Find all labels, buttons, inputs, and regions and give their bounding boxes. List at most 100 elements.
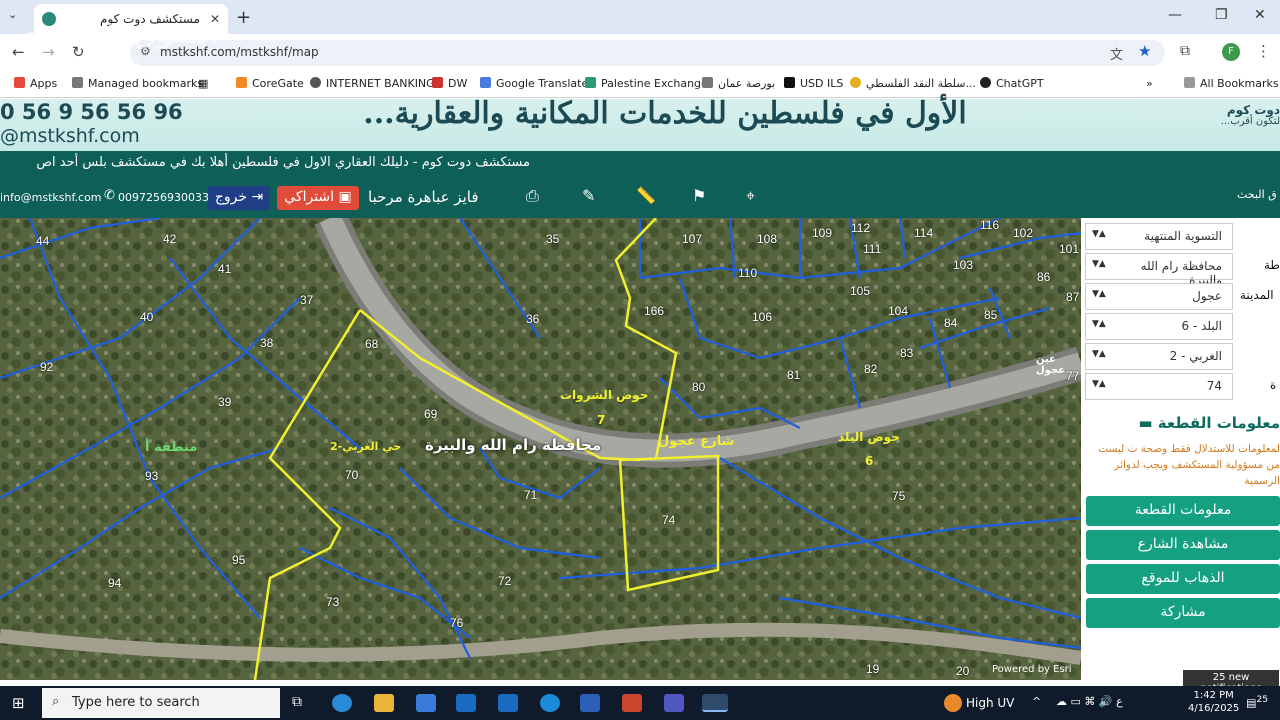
select-neighborhood[interactable]: ▲▼ الغربي - 2: [1085, 343, 1233, 370]
menu-icon[interactable]: ⋮: [1256, 42, 1271, 60]
plot-number[interactable]: 37: [300, 293, 313, 307]
tab-list-chevron-icon[interactable]: ⌄: [8, 8, 17, 21]
windows-start-icon[interactable]: ⊞: [12, 694, 28, 712]
select-settlement[interactable]: ▲▼ التسوية المنتهية: [1085, 223, 1233, 250]
bookmark-coregate[interactable]: CoreGate: [236, 77, 304, 90]
extensions-icon[interactable]: ⧉: [1180, 43, 1190, 59]
notifications-toast[interactable]: 25 new notifications: [1183, 670, 1279, 694]
weather-text[interactable]: High UV: [966, 696, 1014, 710]
select-governorate[interactable]: ▲▼ محافظة رام الله والبيرة: [1085, 253, 1233, 287]
draw-icon[interactable]: ✎: [582, 186, 595, 205]
plot-info-button[interactable]: معلومات القطعة: [1086, 496, 1280, 526]
plot-number[interactable]: 109: [812, 226, 832, 240]
profile-avatar[interactable]: F: [1222, 43, 1240, 61]
plot-number[interactable]: 70: [345, 468, 358, 482]
print-icon[interactable]: ⎙: [526, 186, 539, 206]
plot-number[interactable]: 76: [450, 616, 463, 630]
bookmark-palestine-exchange[interactable]: Palestine Exchange: [585, 77, 708, 90]
plot-number[interactable]: 36: [526, 312, 539, 326]
plot-number[interactable]: 93: [145, 469, 158, 483]
bookmark-icon[interactable]: ⚑: [692, 186, 706, 205]
bookmark-managed[interactable]: Managed bookmarks: [72, 77, 203, 90]
taskbar-search[interactable]: ⌕ Type here to search: [42, 688, 280, 718]
contact-email[interactable]: info@mstkshf.com: [0, 191, 102, 204]
plot-number[interactable]: 85: [984, 308, 997, 322]
plot-number[interactable]: 105: [850, 284, 870, 298]
select-plot[interactable]: ▲▼ 74: [1085, 373, 1233, 400]
ie-icon[interactable]: [540, 694, 560, 712]
bookmark-banking[interactable]: INTERNET BANKING: [310, 77, 435, 90]
street-view-button[interactable]: مشاهدة الشارع: [1086, 530, 1280, 560]
plot-number[interactable]: 42: [163, 232, 176, 246]
store-icon[interactable]: [416, 694, 436, 712]
plot-number[interactable]: 68: [365, 337, 378, 351]
plot-number[interactable]: 20: [956, 664, 969, 678]
outlook-icon[interactable]: [456, 694, 476, 712]
system-clock[interactable]: 1:42 PM 4/16/2025: [1188, 689, 1239, 715]
plot-number[interactable]: 19: [866, 662, 879, 676]
plot-number[interactable]: 81: [787, 368, 800, 382]
logout-button[interactable]: خروج ⇥: [208, 186, 270, 210]
plot-number[interactable]: 92: [40, 360, 53, 374]
bookmark-grid-icon[interactable]: ▦: [198, 77, 208, 90]
tray-icons[interactable]: ☁ ▭ ⌘ 🔊 ع: [1056, 695, 1123, 708]
plot-number[interactable]: 38: [260, 336, 273, 350]
subscribe-button[interactable]: اشتراكي ▣: [277, 186, 359, 210]
plot-number[interactable]: 87: [1066, 290, 1079, 304]
plot-number[interactable]: 95: [232, 553, 245, 567]
contact-phone[interactable]: 00972569300333: [118, 191, 216, 204]
cadastral-map[interactable]: 44 42 41 35 107 108 109 112 111 114 116 102 101 103 86…: [0, 218, 1081, 680]
plot-number[interactable]: 73: [326, 595, 339, 609]
plot-number[interactable]: 94: [108, 576, 121, 590]
new-tab-button[interactable]: +: [236, 7, 251, 28]
select-basin[interactable]: ▲▼ البلد - 6: [1085, 313, 1233, 340]
plot-number[interactable]: 103: [953, 258, 973, 272]
plot-number[interactable]: 35: [546, 232, 559, 246]
bookmarks-overflow-icon[interactable]: »: [1146, 77, 1153, 90]
plot-number[interactable]: 41: [218, 262, 231, 276]
plot-number[interactable]: 86: [1037, 270, 1050, 284]
close-window-icon[interactable]: ✕: [1254, 7, 1266, 23]
plot-number[interactable]: 116: [980, 218, 999, 232]
share-button[interactable]: مشاركة: [1086, 598, 1280, 628]
plot-number[interactable]: 111: [863, 242, 881, 256]
plot-number[interactable]: 106: [752, 310, 772, 324]
plot-number[interactable]: 80: [692, 380, 705, 394]
plot-number[interactable]: 110: [738, 266, 757, 280]
tray-chevron-icon[interactable]: ^: [1032, 695, 1041, 708]
address-bar[interactable]: mstkshf.com/mstkshf/map: [130, 40, 1165, 66]
bookmark-amman-exchange[interactable]: بورصة عمان: [702, 77, 775, 90]
notification-center-icon[interactable]: ▤25: [1246, 694, 1268, 710]
plot-number[interactable]: 71: [524, 488, 537, 502]
plot-number[interactable]: 83: [900, 346, 913, 360]
plot-number[interactable]: 39: [218, 395, 231, 409]
plot-number[interactable]: 112: [851, 221, 870, 235]
plot-number[interactable]: 69: [424, 407, 437, 421]
file-explorer-icon[interactable]: [374, 694, 394, 712]
site-logo[interactable]: دوت كوم لتكون أقرب...: [1198, 104, 1280, 128]
plot-number[interactable]: 75: [892, 489, 905, 503]
go-to-location-button[interactable]: الذهاب للموقع: [1086, 564, 1280, 594]
plot-number[interactable]: 72: [498, 574, 511, 588]
location-icon[interactable]: ⌖: [746, 186, 755, 206]
plot-number[interactable]: 101: [1059, 242, 1079, 256]
plot-number[interactable]: 82: [864, 362, 877, 376]
back-icon[interactable]: ←: [12, 43, 25, 61]
edge-icon[interactable]: [332, 694, 352, 712]
plot-number[interactable]: 84: [944, 316, 957, 330]
plot-number[interactable]: 114: [914, 226, 933, 240]
bookmark-dw[interactable]: DW: [432, 77, 467, 90]
plot-number[interactable]: 108: [757, 232, 777, 246]
bookmark-translate[interactable]: Google Translate: [480, 77, 588, 90]
all-bookmarks[interactable]: All Bookmarks: [1184, 77, 1279, 90]
measure-icon[interactable]: 📏: [636, 186, 656, 205]
bookmark-usd-ils[interactable]: USD ILS: [784, 77, 843, 90]
chrome-icon[interactable]: [702, 694, 728, 712]
plot-number[interactable]: 166: [644, 304, 664, 318]
plot-number[interactable]: 44: [36, 234, 49, 248]
teams-icon[interactable]: [664, 694, 684, 712]
plot-number[interactable]: 74: [662, 513, 675, 527]
plot-number[interactable]: 104: [888, 304, 908, 318]
powerpoint-icon[interactable]: [622, 694, 642, 712]
bookmark-apps[interactable]: Apps: [14, 77, 57, 90]
